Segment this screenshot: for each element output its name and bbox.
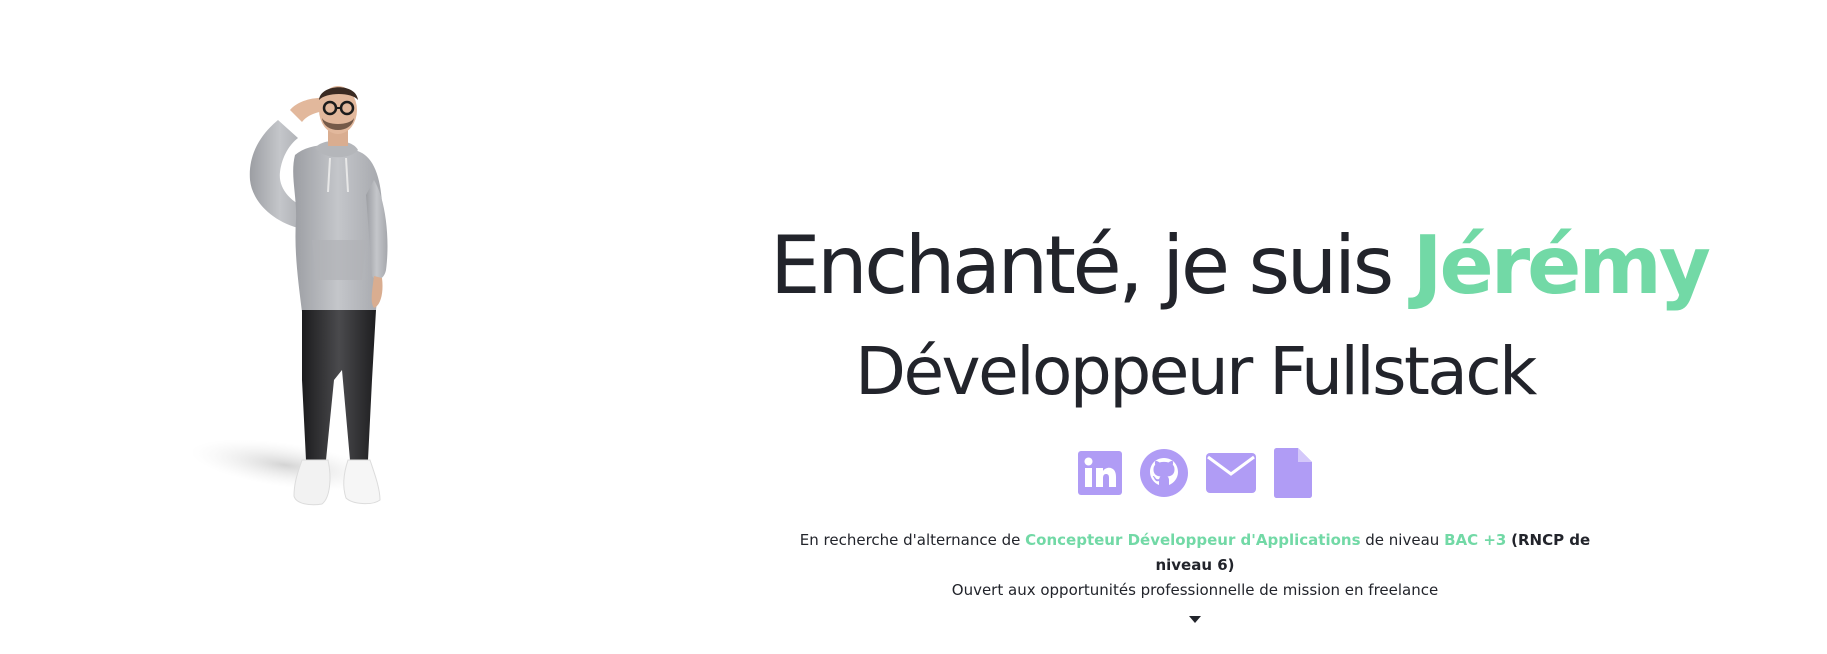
document-icon	[1274, 448, 1312, 498]
caret-down-icon	[1189, 616, 1201, 623]
avatar-3d	[190, 80, 450, 520]
page-subtitle: Développeur Fullstack	[855, 333, 1537, 410]
tagline-text: de niveau	[1365, 531, 1440, 549]
tagline-text: En recherche d'alternance de	[799, 531, 1021, 549]
tagline-highlight-level: BAC +3	[1444, 531, 1507, 549]
github-icon	[1140, 449, 1188, 497]
social-links	[770, 446, 1620, 500]
email-link[interactable]	[1206, 453, 1256, 493]
scroll-down-button[interactable]	[1185, 613, 1205, 627]
tagline-highlight-job: Concepteur Développeur d'Applications	[1025, 531, 1361, 549]
hero-section: Enchanté, je suis Jérémy Développeur Ful…	[0, 0, 1827, 654]
tagline: En recherche d'alternance de Concepteur …	[770, 528, 1620, 603]
headline-prefix: Enchanté, je suis	[770, 219, 1413, 312]
github-link[interactable]	[1140, 449, 1188, 497]
linkedin-link[interactable]	[1078, 451, 1122, 495]
headline-name: Jérémy	[1412, 219, 1711, 312]
avatar-illustration	[190, 86, 388, 506]
resume-link[interactable]	[1274, 448, 1312, 498]
linkedin-icon	[1078, 451, 1122, 495]
tagline-line-1: En recherche d'alternance de Concepteur …	[770, 528, 1620, 578]
email-icon	[1206, 453, 1256, 493]
page-title: Enchanté, je suis Jérémy	[770, 218, 1711, 314]
hero-content: Enchanté, je suis Jérémy Développeur Ful…	[770, 218, 1711, 627]
tagline-line-2: Ouvert aux opportunités professionnelle …	[951, 581, 1439, 599]
